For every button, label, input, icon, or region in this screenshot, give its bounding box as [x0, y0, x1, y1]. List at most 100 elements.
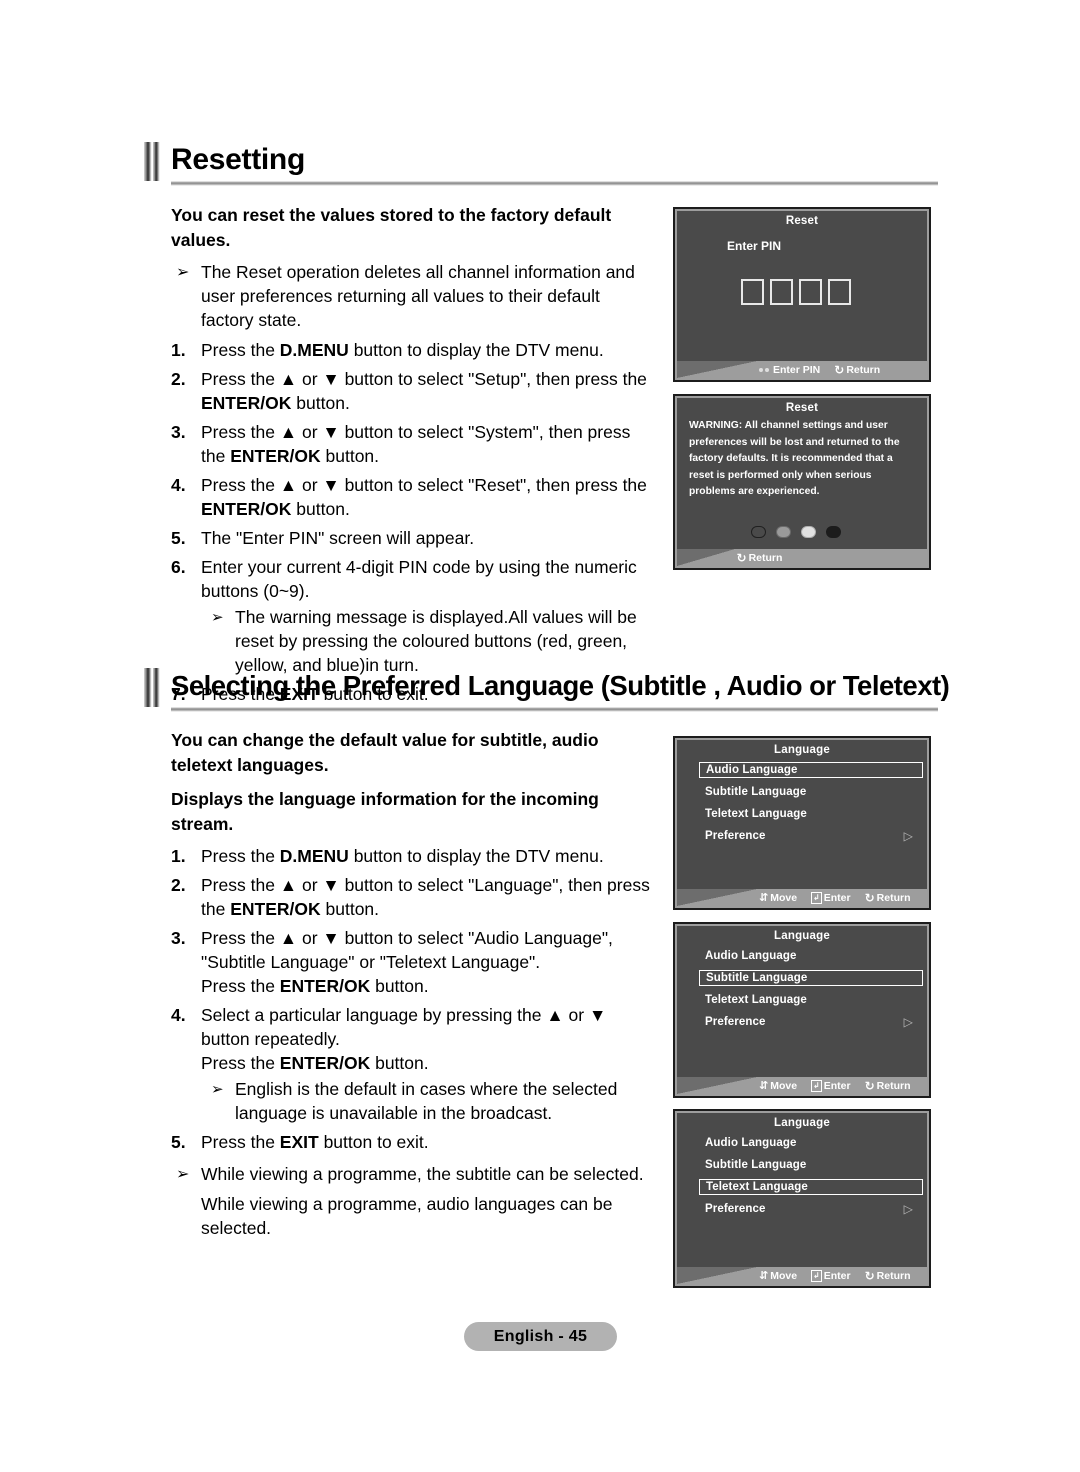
step-number: 2. — [171, 369, 186, 389]
osd-title: Language — [774, 930, 830, 942]
pin-input-group[interactable] — [741, 279, 851, 305]
yellow-button-icon[interactable] — [801, 526, 816, 538]
language-body: You can change the default value for sub… — [171, 728, 656, 1246]
language-lead-2: Displays the language information for th… — [171, 789, 599, 834]
step-item: 4. Press the ▲ or ▼ button to select "Res… — [171, 473, 656, 521]
emphasised-key: D.MENU — [279, 340, 349, 360]
resetting-note-text: The Reset operation deletes all channel … — [201, 262, 635, 330]
page-title: Selecting the Preferred Language (Subtit… — [171, 670, 950, 701]
step-number: 3. — [171, 928, 186, 948]
language-menu-item-label: Audio Language — [705, 950, 797, 962]
footer-key-return[interactable]: ↻ Return — [865, 1269, 911, 1283]
language-menu-item[interactable]: Preference ▷ — [699, 1201, 923, 1217]
footer-key-return[interactable]: ↻ Return — [834, 363, 880, 377]
emphasised-key: ENTER/OK — [279, 1053, 371, 1073]
language-menu-item[interactable]: Audio Language — [699, 1135, 923, 1151]
step-number: 6. — [171, 557, 186, 577]
footer-key-move[interactable]: ⇵ Move — [759, 1269, 797, 1282]
arrow-bullet-icon: ➢ — [211, 1080, 224, 1098]
language-menu-item-label: Teletext Language — [705, 808, 807, 820]
footer-key-label: Return — [876, 1079, 911, 1092]
heading-accent-bar — [143, 668, 160, 707]
footer-key-enter-pin[interactable]: Enter PIN — [759, 364, 820, 376]
osd-footer-bar: ⇵ Move ↲ Enter ↻ Return — [677, 1077, 927, 1094]
section-resetting: Resetting — [143, 142, 938, 186]
footer-key-return[interactable]: ↻ Return — [865, 891, 911, 905]
footer-key-label: Return — [876, 1269, 911, 1282]
footer-key-return[interactable]: ↻ Return — [737, 551, 783, 565]
step-text-fragment: Press the — [201, 340, 280, 360]
emphasised-key: EXIT — [279, 1132, 319, 1152]
language-menu-item[interactable]: Audio Language — [699, 948, 923, 964]
step-item: 2. Press the ▲ or ▼ button to select "Lan… — [171, 873, 656, 921]
blue-button-icon[interactable] — [826, 526, 841, 538]
move-icon: ⇵ — [759, 1079, 769, 1092]
chevron-right-icon: ▷ — [903, 1015, 913, 1029]
arrow-bullet-icon: ➢ — [176, 1164, 190, 1183]
language-menu-item-label: Preference — [705, 1203, 766, 1215]
footer-key-label: Return — [846, 363, 881, 376]
pin-digit-box[interactable] — [770, 279, 793, 305]
language-menu-item[interactable]: Audio Language — [699, 762, 923, 778]
step-item: 2. Press the ▲ or ▼ button to select "Set… — [171, 367, 656, 415]
emphasised-key: ENTER/OK — [279, 976, 371, 996]
step-text: Press the ▲ or ▼ button to select "Audio… — [201, 926, 656, 998]
step-text-fragment: Select a particular language by pressing… — [201, 1005, 607, 1049]
language-menu-item-label: Audio Language — [706, 764, 798, 776]
step-text: Enter your current 4-digit PIN code by u… — [201, 555, 656, 677]
heading-accent-bar — [143, 142, 160, 181]
language-menu-item[interactable]: Subtitle Language — [699, 1157, 923, 1173]
osd-footer-bar: Enter PIN ↻ Return — [677, 361, 927, 378]
language-menu-item[interactable]: Subtitle Language — [699, 970, 923, 986]
language-menu-item[interactable]: Subtitle Language — [699, 784, 923, 800]
osd-title: Language — [774, 1117, 830, 1129]
step-number: 2. — [171, 875, 186, 895]
language-menu-list: Audio Language Subtitle Language Teletext … — [675, 1133, 929, 1217]
footer-key-enter[interactable]: ↲ Enter — [811, 1079, 851, 1092]
pin-digit-box[interactable] — [828, 279, 851, 305]
language-menu-item[interactable]: Teletext Language — [699, 992, 923, 1008]
return-icon: ↻ — [864, 890, 875, 905]
footer-key-label: Return — [748, 551, 783, 564]
footer-key-enter[interactable]: ↲ Enter — [811, 1269, 851, 1282]
two-dots-icon — [759, 364, 771, 376]
footer-key-move[interactable]: ⇵ Move — [759, 891, 797, 904]
emphasised-key: ENTER/OK — [201, 499, 292, 519]
emphasised-key: ENTER/OK — [230, 446, 321, 466]
osd-title: Reset — [785, 215, 819, 227]
enter-icon: ↲ — [811, 1269, 822, 1282]
footer-key-enter[interactable]: ↲ Enter — [811, 891, 851, 904]
footer-key-label: Move — [770, 1079, 798, 1092]
step-text: Press the ▲ or ▼ button to select "Reset… — [201, 473, 656, 521]
footer-key-label: Enter — [823, 1269, 851, 1282]
step-text: Press the ▲ or ▼ button to select "Langu… — [201, 873, 656, 921]
step-number: 3. — [171, 422, 186, 442]
heading-rule — [171, 707, 938, 712]
language-note-text: While viewing a programme, the subtitle … — [201, 1164, 644, 1184]
language-menu-item[interactable]: Teletext Language — [699, 1179, 923, 1195]
language-menu-item[interactable]: Teletext Language — [699, 806, 923, 822]
footer-key-return[interactable]: ↻ Return — [865, 1079, 911, 1093]
step-number: 5. — [171, 1132, 186, 1152]
heading-rule — [171, 181, 938, 186]
step-text-fragment: button. — [320, 899, 380, 919]
step-text: Press the ▲ or ▼ button to select "Setup… — [201, 367, 656, 415]
emphasised-key: ENTER/OK — [201, 393, 292, 413]
footer-key-move[interactable]: ⇵ Move — [759, 1079, 797, 1092]
red-button-icon[interactable] — [751, 526, 766, 538]
green-button-icon[interactable] — [776, 526, 791, 538]
language-menu-item[interactable]: Preference ▷ — [699, 828, 923, 844]
step-subnote: ➢ The warning message is displayed.All va… — [201, 605, 656, 677]
pin-digit-box[interactable] — [741, 279, 764, 305]
chevron-right-icon: ▷ — [903, 1202, 913, 1216]
step-item: 3. Press the ▲ or ▼ button to select "Sys… — [171, 420, 656, 468]
language-menu-list: Audio Language Subtitle Language Teletext … — [675, 946, 929, 1030]
footer-wedge — [677, 1267, 757, 1284]
language-lead: You can change the default value for sub… — [171, 730, 599, 775]
language-menu-item[interactable]: Preference ▷ — [699, 1014, 923, 1030]
osd-language-panel-subtitle: Language Audio Language Subtitle Language… — [673, 922, 931, 1098]
pin-digit-box[interactable] — [799, 279, 822, 305]
language-menu-item-label: Subtitle Language — [705, 786, 807, 798]
enter-icon: ↲ — [811, 891, 822, 904]
section-heading: Selecting the Preferred Language (Subtit… — [143, 668, 950, 707]
